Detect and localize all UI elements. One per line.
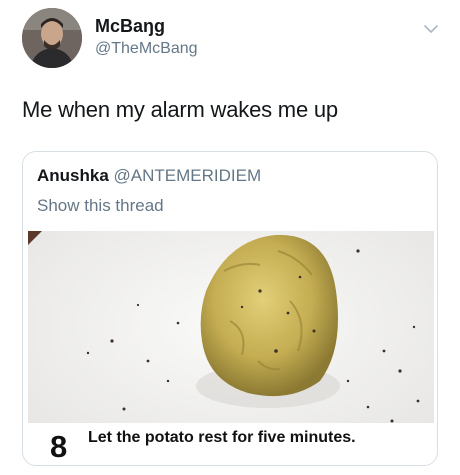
quoted-author: Anushka @ANTEMERIDIEM	[37, 166, 261, 186]
quoted-tweet-card[interactable]: Anushka @ANTEMERIDIEM Show this thread 8…	[22, 151, 438, 466]
display-name[interactable]: McBaŋg	[95, 16, 165, 37]
quoted-author-name: Anushka	[37, 166, 109, 185]
recipe-step-caption: 8 Let the potato rest for five minutes.	[28, 423, 434, 465]
user-handle[interactable]: @TheMcBang	[95, 40, 198, 58]
tweet-text: Me when my alarm wakes me up	[22, 97, 338, 122]
step-number: 8	[50, 429, 68, 464]
show-thread-link[interactable]: Show this thread	[37, 196, 164, 216]
quoted-author-handle: @ANTEMERIDIEM	[113, 166, 262, 185]
profile-photo	[22, 8, 82, 68]
step-text: Let the potato rest for five minutes.	[88, 429, 356, 446]
avatar[interactable]	[22, 8, 82, 68]
quoted-media[interactable]: 8 Let the potato rest for five minutes.	[28, 231, 434, 465]
chevron-down-icon[interactable]	[422, 22, 440, 36]
